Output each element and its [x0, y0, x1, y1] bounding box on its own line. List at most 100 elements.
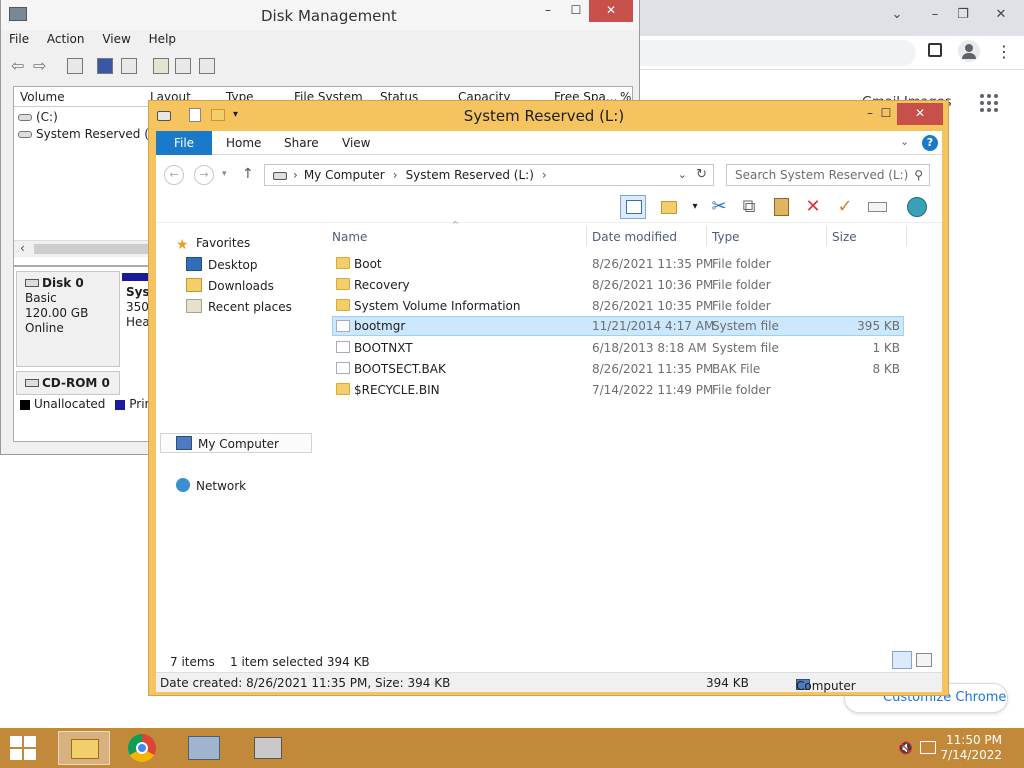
- taskbar-chrome-button[interactable]: [118, 731, 166, 765]
- large-icons-view-icon[interactable]: [916, 653, 932, 667]
- nav-desktop[interactable]: Desktop: [186, 257, 258, 272]
- dm-maximize-button[interactable]: ☐: [561, 0, 591, 22]
- dm-minimize-button[interactable]: –: [533, 0, 563, 22]
- computer-icon: [176, 436, 192, 450]
- network-tray-icon[interactable]: [920, 741, 936, 754]
- show-hide-tree-icon[interactable]: [67, 58, 83, 74]
- recent-locations-icon[interactable]: ▾: [222, 169, 227, 179]
- ex-close-button[interactable]: ✕: [897, 103, 943, 125]
- up-arrow-icon[interactable]: ↑: [242, 166, 254, 182]
- file-name: bootmgr: [354, 319, 406, 333]
- search-icon[interactable]: ⚲: [914, 165, 923, 185]
- forward-button[interactable]: →: [194, 165, 214, 185]
- volume-row[interactable]: System Reserved (...: [18, 127, 160, 141]
- taskbar-disk-management-button[interactable]: [180, 731, 228, 765]
- folder-icon: [336, 299, 350, 311]
- tab-share[interactable]: Share: [284, 131, 319, 155]
- chrome-close-button[interactable]: ✕: [986, 4, 1016, 26]
- tab-home[interactable]: Home: [226, 131, 261, 155]
- disk0-name: Disk 0: [25, 276, 111, 291]
- chrome-restore-button[interactable]: ❐: [948, 4, 978, 26]
- new-folder-icon[interactable]: [656, 195, 682, 219]
- file-name: BOOTSECT.BAK: [354, 362, 446, 376]
- breadcrumb-system-reserved[interactable]: System Reserved (L:): [406, 168, 534, 182]
- rename-icon[interactable]: [864, 195, 890, 219]
- refresh-icon[interactable]: ↻: [696, 165, 707, 185]
- rescan-icon[interactable]: [199, 58, 215, 74]
- file-row-bootmgr[interactable]: bootmgr 11/21/2014 4:17 AM System file 3…: [332, 316, 904, 336]
- dm-close-button[interactable]: ✕: [589, 0, 633, 22]
- nav-downloads[interactable]: Downloads: [186, 278, 274, 293]
- side-panel-icon[interactable]: [928, 43, 942, 57]
- menu-view[interactable]: View: [102, 32, 130, 46]
- cut-icon[interactable]: ✂: [706, 195, 732, 219]
- properties-icon[interactable]: [121, 58, 137, 74]
- col-volume[interactable]: Volume: [20, 90, 65, 104]
- explorer-body: File Home Share View ⌄ ? ← → ▾ ↑ › My Com…: [156, 131, 942, 693]
- paste-icon[interactable]: [768, 195, 794, 219]
- delete-icon[interactable]: ✕: [800, 195, 826, 219]
- menu-action[interactable]: Action: [47, 32, 85, 46]
- refresh-icon[interactable]: [153, 58, 169, 74]
- back-arrow-icon[interactable]: ⇦: [11, 56, 24, 75]
- tab-file[interactable]: File: [156, 131, 212, 155]
- col-name[interactable]: Name: [332, 230, 367, 244]
- globe-icon[interactable]: [904, 195, 930, 219]
- nav-recent-places[interactable]: Recent places: [186, 299, 292, 314]
- address-bar[interactable]: › My Computer › System Reserved (L:) › ⌄ ↻: [264, 164, 714, 186]
- scroll-thumb[interactable]: [34, 244, 154, 254]
- explorer-titlebar[interactable]: ▾ System Reserved (L:) – ☐ ✕: [149, 101, 948, 131]
- ribbon-expand-icon[interactable]: ⌄: [900, 135, 909, 148]
- file-row-recovery[interactable]: Recovery 8/26/2021 10:36 PM File folder: [332, 275, 904, 295]
- disk-settings-icon[interactable]: [175, 58, 191, 74]
- taskbar-app-button[interactable]: [244, 731, 292, 765]
- select-all-icon[interactable]: ✓: [832, 195, 858, 219]
- volume-row[interactable]: (C:): [18, 110, 58, 124]
- menu-file[interactable]: File: [9, 32, 29, 46]
- nav-network[interactable]: Network: [176, 478, 246, 493]
- file-size: 395 KB: [857, 319, 900, 333]
- chrome-chevron-icon[interactable]: ⌄: [882, 4, 912, 26]
- file-row-recycle-bin[interactable]: $RECYCLE.BIN 7/14/2022 11:49 PM File fol…: [332, 380, 904, 400]
- help-book-icon[interactable]: [97, 58, 113, 74]
- search-input[interactable]: Search System Reserved (L:) ⚲: [726, 164, 930, 186]
- address-dropdown-icon[interactable]: ⌄: [678, 165, 687, 185]
- legend-unallocated: Unallocated: [34, 397, 106, 411]
- profile-avatar[interactable]: [958, 40, 980, 62]
- start-button-icon[interactable]: [10, 736, 38, 760]
- back-button[interactable]: ←: [164, 165, 184, 185]
- forward-arrow-icon[interactable]: ⇨: [33, 56, 46, 75]
- chrome-omnibox[interactable]: [630, 40, 916, 66]
- scroll-left-icon[interactable]: ‹: [20, 241, 25, 255]
- file-row-boot[interactable]: Boot 8/26/2021 11:35 PM File folder: [332, 254, 904, 274]
- preview-pane-icon[interactable]: [620, 195, 646, 219]
- chrome-minimize-button[interactable]: –: [920, 4, 950, 26]
- explorer-window: ▾ System Reserved (L:) – ☐ ✕ File Home S…: [148, 100, 949, 696]
- cdrom0-label[interactable]: CD-ROM 0: [16, 371, 120, 395]
- legend-primary-swatch: [115, 399, 126, 410]
- volume-muted-icon[interactable]: 🔇: [898, 741, 913, 755]
- chrome-menu-icon[interactable]: ⋮: [996, 42, 1012, 61]
- file-row-bootnxt[interactable]: BOOTNXT 6/18/2013 8:18 AM System file 1 …: [332, 338, 904, 358]
- tab-view[interactable]: View: [342, 131, 370, 155]
- breadcrumb-my-computer[interactable]: My Computer: [304, 168, 385, 182]
- taskbar-explorer-button[interactable]: [58, 731, 110, 765]
- google-apps-icon[interactable]: [980, 94, 1000, 114]
- address-row: ← → ▾ ↑ › My Computer › System Reserved (L:…: [156, 161, 942, 189]
- dm-titlebar[interactable]: Disk Management – ☐ ✕: [1, 0, 639, 30]
- disk0-label[interactable]: Disk 0 Basic 120.00 GB Online: [16, 271, 120, 367]
- file-row-system-volume-information[interactable]: System Volume Information 8/26/2021 10:3…: [332, 296, 904, 316]
- col-size[interactable]: Size: [832, 230, 857, 244]
- nav-favorites[interactable]: ★ Favorites: [176, 236, 250, 253]
- nav-my-computer[interactable]: My Computer: [176, 436, 279, 451]
- help-icon[interactable]: ?: [922, 135, 938, 151]
- hard-disk-icon: [25, 279, 39, 287]
- col-type[interactable]: Type: [712, 230, 740, 244]
- menu-help[interactable]: Help: [149, 32, 176, 46]
- toolbar-dropdown-icon[interactable]: ▾: [682, 195, 708, 219]
- clock[interactable]: 11:50 PM 7/14/2022: [940, 733, 1002, 763]
- file-row-bootsect-bak[interactable]: BOOTSECT.BAK 8/26/2021 11:35 PM BAK File…: [332, 359, 904, 379]
- col-date-modified[interactable]: Date modified: [592, 230, 677, 244]
- copy-icon[interactable]: ⧉: [736, 195, 762, 219]
- details-view-icon[interactable]: [892, 651, 912, 669]
